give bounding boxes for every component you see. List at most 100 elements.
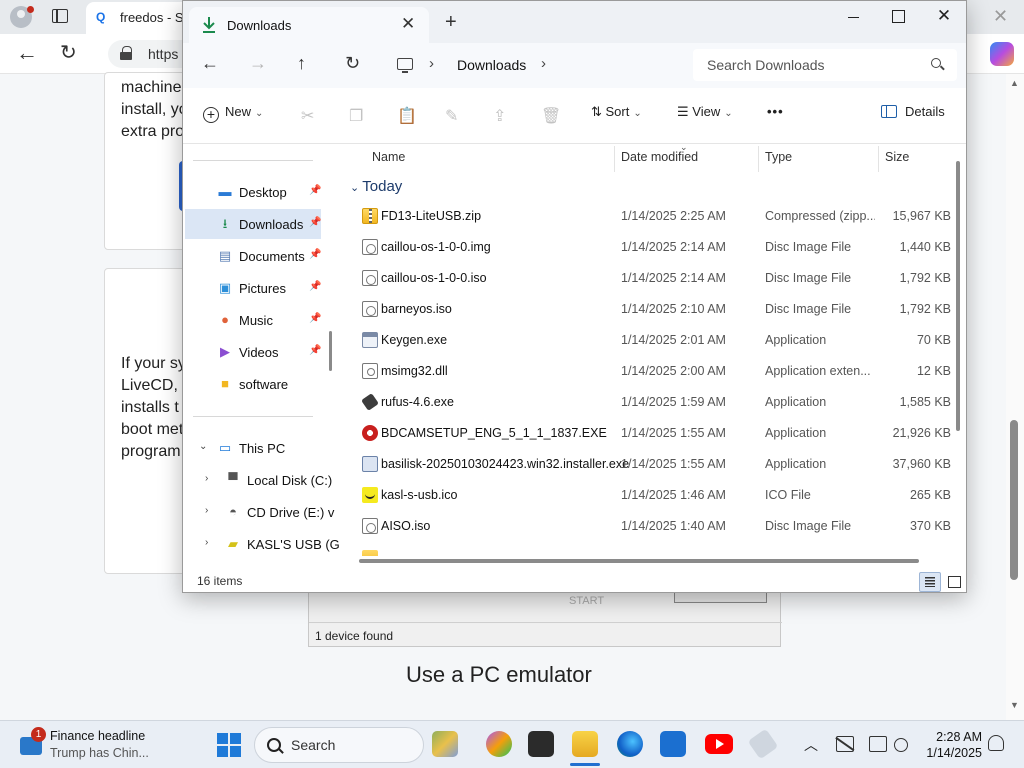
file-row[interactable]: basilisk-20250103024423.win32.installer.… <box>340 449 960 480</box>
back-icon[interactable]: ← <box>201 53 219 74</box>
column-separator[interactable] <box>878 146 879 172</box>
up-icon[interactable]: ↑ <box>297 53 306 74</box>
maximize-button[interactable] <box>883 7 913 27</box>
taskbar-search[interactable]: Search <box>254 727 424 763</box>
vertical-scrollbar[interactable] <box>956 161 960 431</box>
scroll-thumb[interactable] <box>1010 420 1018 580</box>
paint-app-icon[interactable] <box>486 731 512 757</box>
rename-icon[interactable]: ✎ <box>445 106 458 126</box>
file-row-partial[interactable] <box>340 544 960 556</box>
delete-icon[interactable]: 🗑 <box>541 106 561 126</box>
sidebar-item-downloads[interactable]: ⭳ Downloads 📌 <box>185 209 321 239</box>
paste-icon[interactable]: 📋 <box>397 106 417 126</box>
file-row[interactable]: caillou-os-1-0-0.iso 1/14/2025 2:14 AM Dis… <box>340 263 960 294</box>
column-separator[interactable] <box>758 146 759 172</box>
rufus-app-icon[interactable] <box>747 728 779 760</box>
breadcrumb-downloads[interactable]: Downloads <box>457 57 526 73</box>
search-box[interactable]: Search Downloads <box>693 49 957 81</box>
pin-icon[interactable]: 📌 <box>309 313 321 324</box>
expand-chevron-icon[interactable]: › <box>205 473 208 484</box>
network-icon[interactable] <box>836 736 854 752</box>
pin-icon[interactable]: 📌 <box>309 217 321 228</box>
file-row[interactable]: msimg32.dll 1/14/2025 2:00 AM Application … <box>340 356 960 387</box>
sidebar-item-desktop[interactable]: ▬ Desktop 📌 <box>185 177 322 207</box>
new-tab-icon[interactable]: + <box>445 12 457 32</box>
tree-item[interactable]: › ◓ CD Drive (E:) v <box>185 497 334 527</box>
expand-chevron-icon[interactable]: › <box>205 537 208 548</box>
browser-close-icon[interactable]: ✕ <box>993 6 1008 27</box>
tab-actions-icon[interactable] <box>52 9 68 23</box>
pin-icon[interactable]: 📌 <box>309 281 321 292</box>
file-row[interactable]: rufus-4.6.exe 1/14/2025 1:59 AM Applicatio… <box>340 387 960 418</box>
file-row[interactable]: caillou-os-1-0-0.img 1/14/2025 2:14 AM Dis… <box>340 232 960 263</box>
file-row[interactable]: BDCAMSETUP_ENG_5_1_1_1837.EXE 1/14/2025 1… <box>340 418 960 449</box>
browser-back-icon[interactable]: ← <box>16 40 38 66</box>
file-row[interactable]: kasl-s-usb.ico 1/14/2025 1:46 AM ICO File 2… <box>340 480 960 511</box>
share-icon[interactable]: ⇪ <box>493 106 506 126</box>
cut-icon[interactable]: ✂ <box>301 106 314 126</box>
file-explorer-app-icon[interactable] <box>572 731 598 757</box>
tree-item[interactable]: › ▀ Local Disk (C:) <box>185 465 332 495</box>
sidebar-item-music[interactable]: ● Music 📌 <box>185 305 321 335</box>
tree-item[interactable]: › ▰ KASL'S USB (G <box>185 529 340 559</box>
file-row[interactable]: AISO.iso 1/14/2025 1:40 AM Disc Image File… <box>340 511 960 542</box>
forward-icon[interactable]: → <box>249 53 267 74</box>
sidebar-item-documents[interactable]: ▤ Documents 📌 <box>185 241 322 271</box>
details-pane-button[interactable]: Details <box>881 104 945 128</box>
store-app-icon[interactable] <box>660 731 686 757</box>
column-header-size[interactable]: Size <box>885 150 909 164</box>
pin-icon[interactable]: 📌 <box>309 185 321 196</box>
start-button[interactable] <box>217 733 241 757</box>
news-widget[interactable]: 1 Finance headline Trump has Chin... <box>14 727 204 763</box>
file-row[interactable]: barneyos.iso 1/14/2025 2:10 AM Disc Image … <box>340 294 960 325</box>
details-view-button[interactable] <box>919 572 941 592</box>
terminal-app-icon[interactable] <box>528 731 554 757</box>
youtube-app-icon[interactable] <box>705 734 733 754</box>
view-button[interactable]: ☰ View ⌄ <box>677 104 733 128</box>
sort-button[interactable]: ⇅ Sort ⌄ <box>591 104 642 128</box>
browser-tab-active[interactable]: Q freedos - Se <box>86 2 196 34</box>
explorer-tab[interactable]: Downloads ✕ <box>189 7 429 43</box>
scroll-down-icon[interactable]: ▼ <box>1010 700 1019 710</box>
scroll-up-icon[interactable]: ▲ <box>1010 78 1019 88</box>
column-header-type[interactable]: Type <box>765 150 792 164</box>
volume-icon[interactable] <box>894 738 908 752</box>
pin-icon[interactable]: 📌 <box>309 249 321 260</box>
sidebar-item-videos[interactable]: ▶ Videos 📌 <box>185 337 321 367</box>
copy-icon[interactable]: ❐ <box>349 106 363 126</box>
pin-icon[interactable]: 📌 <box>309 345 321 356</box>
sidebar-item-software[interactable]: ■ software <box>185 369 321 399</box>
expand-chevron-icon[interactable]: ⌄ <box>199 441 207 452</box>
sidebar-item-pictures[interactable]: ▣ Pictures 📌 <box>185 273 322 303</box>
horizontal-scrollbar[interactable] <box>359 559 919 563</box>
show-hidden-icons-icon[interactable]: ︿ <box>804 735 818 755</box>
search-icon[interactable] <box>931 58 945 72</box>
refresh-icon[interactable]: ↻ <box>345 53 360 74</box>
browser-reload-icon[interactable]: ↻ <box>60 40 77 65</box>
breadcrumb-chevron-icon[interactable]: › <box>541 55 546 72</box>
column-header-date[interactable]: Date modified <box>621 150 698 164</box>
minimize-button[interactable] <box>838 7 868 27</box>
breadcrumb-chevron-icon[interactable]: › <box>429 55 434 72</box>
group-header-today[interactable]: ⌄ Today <box>350 178 402 195</box>
notifications-icon[interactable] <box>988 735 1004 751</box>
nav-scrollbar[interactable] <box>329 331 332 371</box>
tree-item[interactable]: ⌄ ▭ This PC <box>185 433 321 463</box>
more-options-button[interactable]: ••• <box>767 104 784 128</box>
new-button[interactable]: + New ⌄ <box>203 104 263 128</box>
browser-scrollbar[interactable]: ▲ ▼ <box>1006 74 1024 720</box>
file-row[interactable]: Keygen.exe 1/14/2025 2:01 AM Application 70… <box>340 325 960 356</box>
clock[interactable]: 2:28 AM 1/14/2025 <box>916 729 982 761</box>
file-row[interactable]: FD13-LiteUSB.zip 1/14/2025 2:25 AM Compres… <box>340 201 960 232</box>
close-window-button[interactable]: ✕ <box>929 7 959 27</box>
large-icons-view-button[interactable] <box>943 572 965 592</box>
expand-chevron-icon[interactable]: › <box>205 505 208 516</box>
site-info-icon[interactable] <box>120 46 132 60</box>
tab-close-icon[interactable]: ✕ <box>401 14 415 34</box>
column-header-name[interactable]: Name <box>372 150 405 164</box>
edge-app-icon[interactable] <box>617 731 643 757</box>
column-separator[interactable] <box>614 146 615 172</box>
copilot-icon[interactable] <box>990 42 1014 66</box>
display-icon[interactable] <box>869 736 887 752</box>
cube-app-icon[interactable] <box>432 731 458 757</box>
